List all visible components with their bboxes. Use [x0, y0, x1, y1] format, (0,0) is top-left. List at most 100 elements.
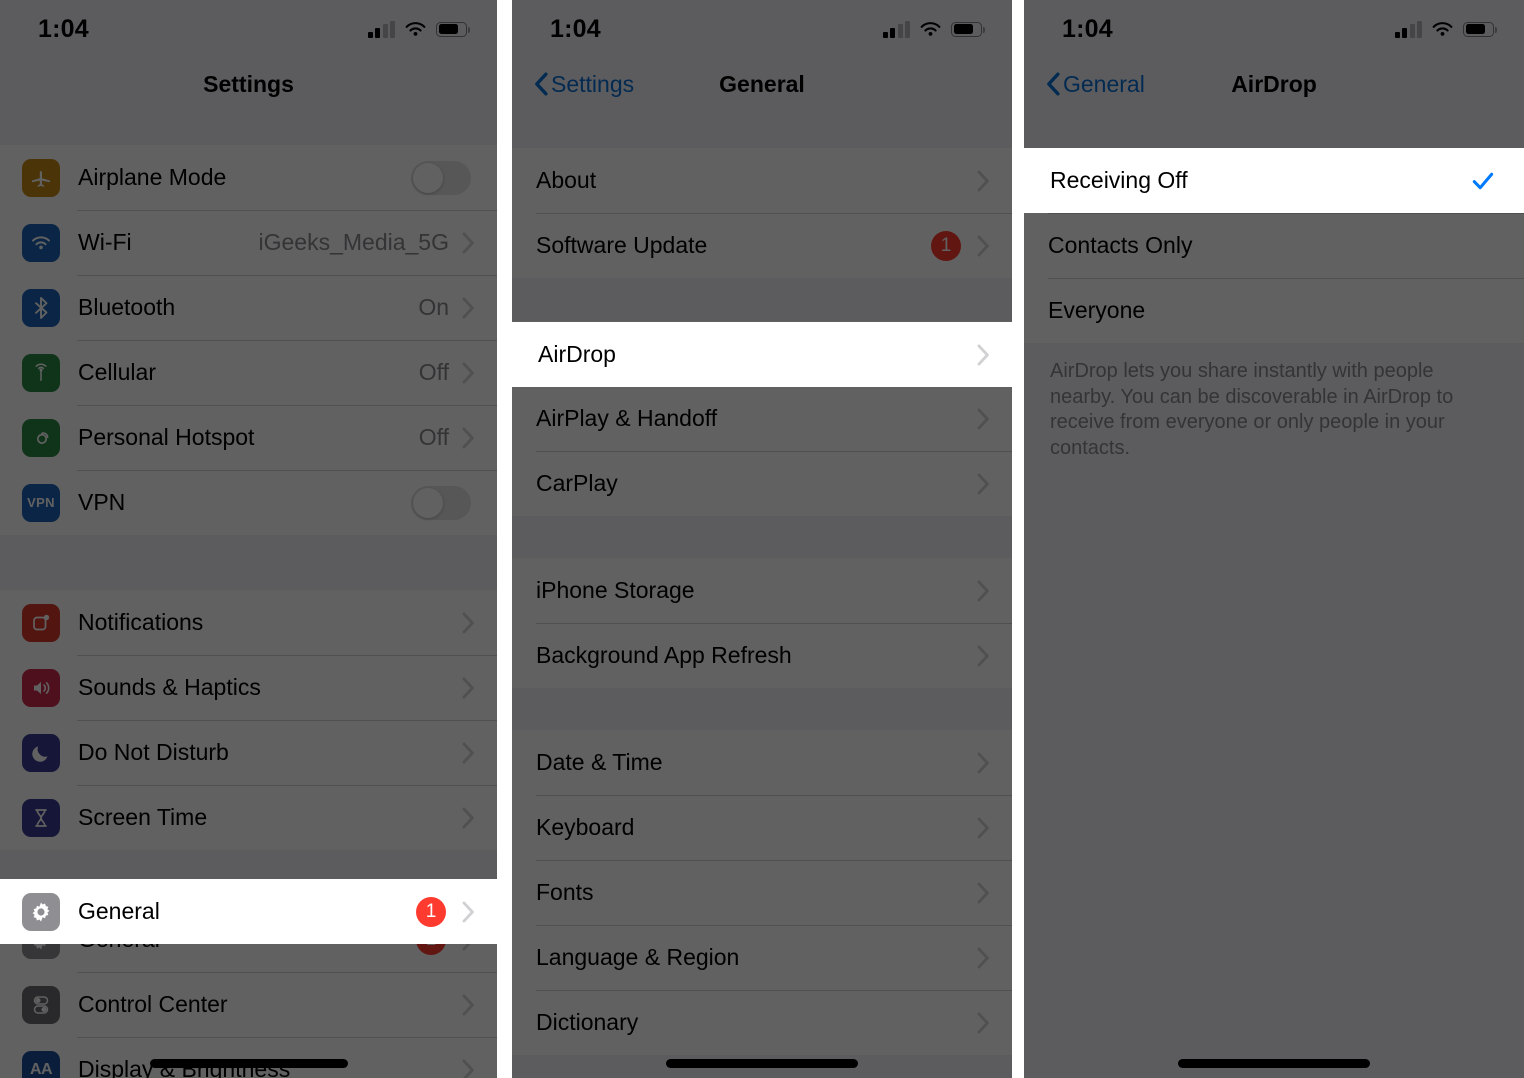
nav-bar-settings: Settings	[0, 58, 497, 110]
settings-row-personal-hotspot[interactable]: Personal Hotspot Off	[0, 405, 497, 470]
general-row-software-update[interactable]: Software Update 1	[512, 213, 1012, 278]
status-indicators	[367, 20, 471, 38]
highlighted-row-general[interactable]: General 1	[0, 879, 497, 944]
group-gap	[0, 110, 497, 145]
chevron-right-icon	[462, 901, 474, 922]
chevron-right-icon	[462, 677, 474, 698]
vpn-toggle[interactable]	[411, 485, 471, 520]
back-button-general[interactable]: General	[1024, 71, 1145, 98]
settings-row-display-brightness[interactable]: AA Display & Brightness	[0, 1037, 497, 1078]
chevron-right-icon	[462, 807, 474, 828]
airdrop-option-everyone[interactable]: Everyone	[1024, 278, 1524, 343]
wifi-icon	[1432, 21, 1453, 36]
settings-row-vpn[interactable]: VPN VPN	[0, 470, 497, 535]
general-row-about[interactable]: About	[512, 148, 1012, 213]
settings-row-label: Sounds & Haptics	[78, 674, 261, 700]
general-row-label: CarPlay	[536, 470, 618, 496]
general-row-keyboard[interactable]: Keyboard	[512, 795, 1012, 860]
highlighted-row-airdrop[interactable]: AirDrop	[512, 322, 1012, 387]
chevron-right-icon	[977, 817, 989, 838]
settings-row-value: Off	[418, 359, 449, 385]
settings-row-label: Do Not Disturb	[78, 739, 229, 765]
airplane-icon	[22, 158, 60, 197]
back-button-label: General	[1063, 70, 1145, 97]
settings-row-sounds-haptics[interactable]: Sounds & Haptics	[0, 655, 497, 720]
settings-row-do-not-disturb[interactable]: Do Not Disturb	[0, 720, 497, 785]
battery-icon	[1463, 21, 1498, 37]
group-gap	[512, 278, 1012, 321]
general-row-iphone-storage[interactable]: iPhone Storage	[512, 558, 1012, 623]
settings-group-connectivity: Airplane Mode Wi-Fi iGeeks_Media_5G Blue…	[0, 145, 497, 535]
settings-row-bluetooth[interactable]: Bluetooth On	[0, 275, 497, 340]
airdrop-option-contacts-only[interactable]: Contacts Only	[1024, 213, 1524, 278]
general-row-fonts[interactable]: Fonts	[512, 860, 1012, 925]
chevron-right-icon	[462, 742, 474, 763]
settings-row-label: VPN	[78, 489, 126, 515]
screenshot-stage: 1:04 Settings Airplane Mode Wi-Fi iGeeks…	[0, 0, 1524, 1078]
highlighted-row-label: Receiving Off	[1050, 167, 1188, 193]
airdrop-footnote: AirDrop lets you share instantly with pe…	[1024, 343, 1524, 462]
general-row-label: iPhone Storage	[536, 577, 695, 603]
page-title: Settings	[203, 70, 294, 97]
general-row-dictionary[interactable]: Dictionary	[512, 990, 1012, 1055]
airdrop-option-label: Contacts Only	[1048, 232, 1193, 258]
status-bar: 1:04	[512, 0, 1012, 58]
chevron-right-icon	[462, 427, 474, 448]
settings-row-screen-time[interactable]: Screen Time	[0, 785, 497, 850]
hourglass-icon	[22, 798, 60, 837]
vpn-icon: VPN	[22, 483, 60, 522]
general-row-label: AirPlay & Handoff	[536, 405, 718, 431]
general-row-label: Fonts	[536, 879, 594, 905]
settings-row-cellular[interactable]: Cellular Off	[0, 340, 497, 405]
settings-row-notifications[interactable]: Notifications	[0, 590, 497, 655]
back-button-settings[interactable]: Settings	[512, 71, 634, 98]
status-bar: 1:04	[0, 0, 497, 58]
chevron-right-icon	[977, 1012, 989, 1033]
hotspot-icon	[22, 418, 60, 457]
airplane-mode-toggle[interactable]	[411, 160, 471, 195]
highlighted-row-label: AirDrop	[538, 341, 616, 367]
settings-row-airplane-mode[interactable]: Airplane Mode	[0, 145, 497, 210]
settings-row-label: Screen Time	[78, 804, 208, 830]
chevron-right-icon	[462, 297, 474, 318]
chevron-right-icon	[977, 344, 989, 365]
general-row-background-app-refresh[interactable]: Background App Refresh	[512, 623, 1012, 688]
chevron-left-icon	[1047, 72, 1060, 96]
highlighted-row-receiving-off[interactable]: Receiving Off	[1024, 148, 1524, 213]
general-row-carplay[interactable]: CarPlay	[512, 451, 1012, 516]
settings-row-value: Off	[418, 424, 449, 450]
general-row-label: Language & Region	[536, 944, 740, 970]
nav-bar-general: Settings General	[512, 58, 1012, 110]
bluetooth-icon	[22, 288, 60, 327]
general-row-label: Software Update	[536, 232, 708, 258]
settings-row-control-center[interactable]: Control Center	[0, 972, 497, 1037]
group-gap	[1024, 110, 1524, 148]
status-bar: 1:04	[1024, 0, 1524, 58]
sounds-icon	[22, 668, 60, 707]
settings-row-label: Bluetooth	[78, 294, 176, 320]
cellular-bars-icon	[882, 20, 910, 38]
general-row-date-time[interactable]: Date & Time	[512, 730, 1012, 795]
general-row-label: Date & Time	[536, 749, 663, 775]
cellular-bars-icon	[367, 20, 395, 38]
chevron-right-icon	[977, 235, 989, 256]
home-indicator	[666, 1059, 858, 1068]
chevron-right-icon	[462, 232, 474, 253]
moon-icon	[22, 733, 60, 772]
general-row-label: About	[536, 167, 597, 193]
chevron-right-icon	[977, 170, 989, 191]
airdrop-option-label: Everyone	[1048, 297, 1146, 323]
display-brightness-icon: AA	[22, 1050, 60, 1078]
status-time: 1:04	[38, 14, 89, 43]
general-row-label: Dictionary	[536, 1009, 639, 1035]
group-gap	[512, 688, 1012, 730]
settings-row-label: Personal Hotspot	[78, 424, 255, 450]
general-row-airplay-handoff[interactable]: AirPlay & Handoff	[512, 386, 1012, 451]
settings-row-wifi[interactable]: Wi-Fi iGeeks_Media_5G	[0, 210, 497, 275]
chevron-right-icon	[977, 752, 989, 773]
general-row-label: Background App Refresh	[536, 642, 792, 668]
general-row-language-region[interactable]: Language & Region	[512, 925, 1012, 990]
gear-icon	[22, 892, 60, 931]
status-indicators	[1394, 20, 1498, 38]
nav-bar-airdrop: General AirDrop	[1024, 58, 1524, 110]
